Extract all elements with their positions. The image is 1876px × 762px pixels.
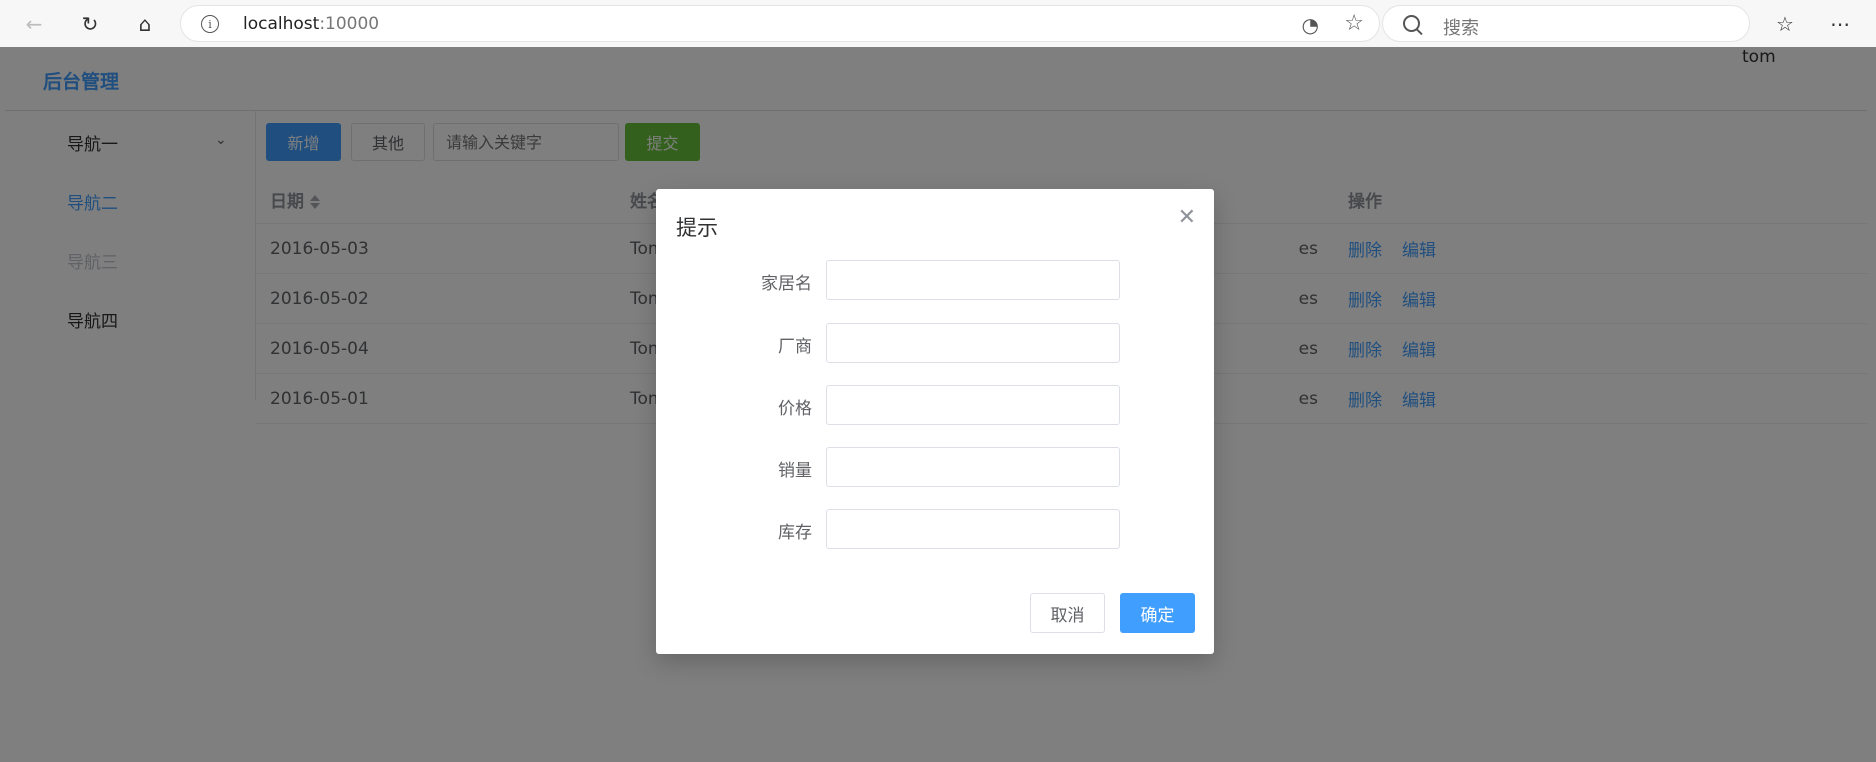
edit-dialog: 提示 ✕ 家居名 厂商 价格 销量 库存 取消 确定 — [656, 189, 1214, 654]
address-bar[interactable]: i localhost:10000 ◔ ☆ — [180, 5, 1380, 42]
search-placeholder: 搜索 — [1443, 18, 1479, 39]
url-text: localhost:10000 — [243, 14, 379, 34]
name-input[interactable] — [826, 260, 1120, 300]
field-label: 库存 — [778, 523, 812, 543]
field-label: 价格 — [778, 399, 812, 419]
reload-icon[interactable]: ↻ — [76, 10, 104, 38]
form-row-sales: 销量 — [656, 447, 1214, 487]
back-icon[interactable]: ← — [20, 10, 48, 38]
field-label: 家居名 — [761, 274, 812, 294]
close-icon[interactable]: ✕ — [1178, 205, 1196, 230]
price-input[interactable] — [826, 385, 1120, 425]
edge-extension-icon[interactable]: ◔ — [1302, 13, 1319, 37]
form-row-name: 家居名 — [656, 260, 1214, 300]
favorites-list-icon[interactable]: ☆ — [1771, 10, 1799, 38]
confirm-button[interactable]: 确定 — [1120, 593, 1195, 633]
sales-input[interactable] — [826, 447, 1120, 487]
favorite-star-icon[interactable]: ☆ — [1344, 11, 1364, 36]
form-row-price: 价格 — [656, 385, 1214, 425]
home-icon[interactable]: ⌂ — [131, 10, 159, 38]
browser-toolbar: ← ↻ ⌂ i localhost:10000 ◔ ☆ 搜索 ☆ ⋯ — [0, 0, 1876, 47]
more-menu-icon[interactable]: ⋯ — [1826, 10, 1854, 38]
form-row-stock: 库存 — [656, 509, 1214, 549]
site-info-icon[interactable]: i — [201, 15, 219, 33]
browser-search-box[interactable]: 搜索 — [1382, 5, 1750, 42]
url-port: :10000 — [319, 14, 380, 34]
form-row-maker: 厂商 — [656, 323, 1214, 363]
field-label: 厂商 — [778, 337, 812, 357]
dialog-title: 提示 — [676, 216, 718, 240]
maker-input[interactable] — [826, 323, 1120, 363]
search-icon — [1403, 15, 1420, 32]
url-host: localhost — [243, 14, 320, 34]
cancel-button[interactable]: 取消 — [1030, 593, 1105, 633]
field-label: 销量 — [778, 461, 812, 481]
stock-input[interactable] — [826, 509, 1120, 549]
